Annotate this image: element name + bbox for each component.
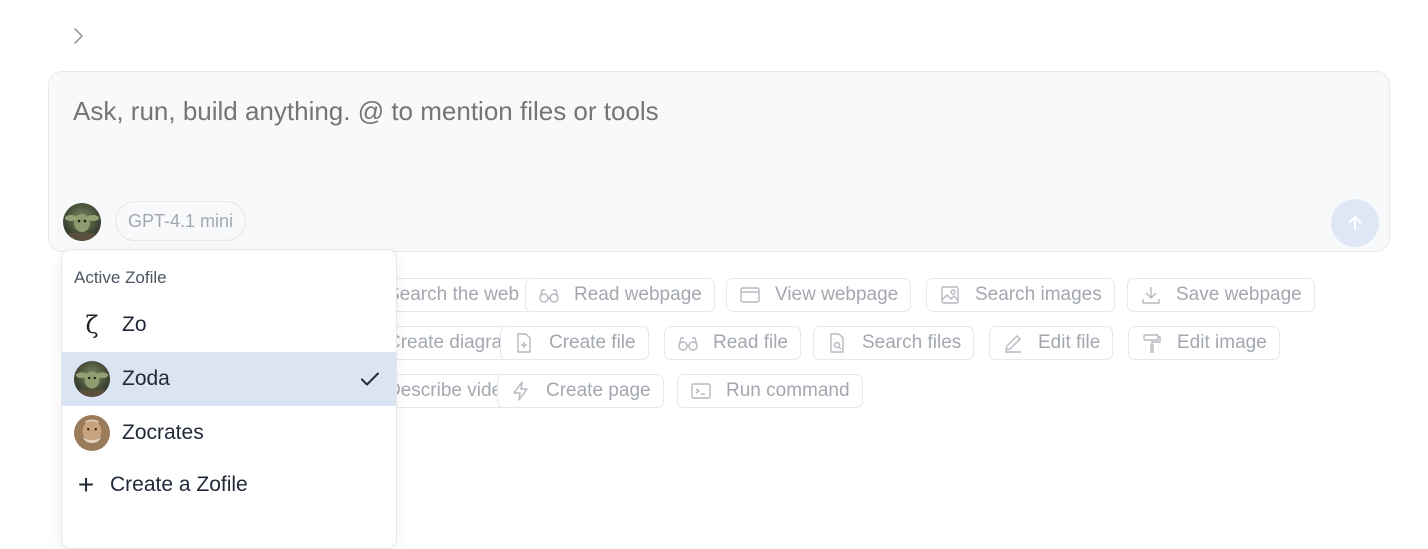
zoda-avatar <box>63 203 101 241</box>
zofile-menu: Active Zofile ζ Zo Zoda Zocrates + Creat… <box>61 249 397 549</box>
tool-chip-label: Search the web <box>387 284 520 305</box>
browser-window-icon <box>740 287 760 303</box>
zofile-option-label: Zo <box>122 313 147 336</box>
tool-chip-label: Search files <box>862 332 962 353</box>
plus-icon: + <box>77 469 95 500</box>
tool-chip-search-images[interactable]: Search images <box>926 278 1115 312</box>
create-zofile-label: Create a Zofile <box>110 473 248 496</box>
model-label: GPT-4.1 mini <box>128 211 234 231</box>
tool-chip-label: View webpage <box>775 284 899 305</box>
tool-chip-label: Describe video <box>387 380 513 401</box>
tool-chip-label: Create page <box>546 380 651 401</box>
tool-chip-search-files[interactable]: Search files <box>813 326 975 360</box>
chevron-right-icon[interactable] <box>66 24 90 48</box>
tool-chip-label: Create diagram <box>387 332 518 353</box>
tool-chip-view-webpage[interactable]: View webpage <box>726 278 912 312</box>
tool-chip-create-file[interactable]: Create file <box>500 326 649 360</box>
tool-chip-edit-image[interactable]: Edit image <box>1128 326 1280 360</box>
lightning-icon <box>513 381 528 401</box>
zo-logo-icon: ζ <box>85 311 99 339</box>
file-plus-icon <box>517 333 531 353</box>
create-zofile-button[interactable]: + Create a Zofile <box>62 458 396 512</box>
tool-chip-label: Read webpage <box>574 284 702 305</box>
tool-chip-save-webpage[interactable]: Save webpage <box>1127 278 1315 312</box>
tool-chip-create-page[interactable]: Create page <box>497 374 664 408</box>
zofile-option-label: Zocrates <box>122 421 204 444</box>
zofile-option-label: Zoda <box>122 367 170 390</box>
zofile-option-zocrates[interactable]: Zocrates <box>62 406 396 460</box>
tool-chip-label: Run command <box>726 380 850 401</box>
prompt-input[interactable] <box>73 96 1273 127</box>
send-button[interactable] <box>1331 199 1379 247</box>
arrow-up-icon <box>1348 216 1362 230</box>
checkmark-icon <box>361 372 379 386</box>
tool-chip-label: Search images <box>975 284 1102 305</box>
glasses-icon <box>539 289 559 303</box>
download-icon <box>1142 287 1160 304</box>
tool-chip-read-file[interactable]: Read file <box>664 326 801 360</box>
glasses-icon <box>678 337 698 351</box>
tool-chip-label: Save webpage <box>1176 284 1302 305</box>
zocrates-avatar <box>74 415 110 451</box>
zofile-avatar-button[interactable] <box>63 203 101 241</box>
tool-chip-edit-file[interactable]: Edit file <box>989 326 1114 360</box>
zofile-menu-title: Active Zofile <box>74 268 167 287</box>
composer: GPT-4.1 mini <box>48 71 1390 252</box>
model-selector[interactable]: GPT-4.1 mini <box>115 201 247 241</box>
pencil-icon <box>1005 335 1021 353</box>
zofile-option-zoda[interactable]: Zoda <box>62 352 396 406</box>
tool-chip-label: Create file <box>549 332 636 353</box>
zofile-option-zo[interactable]: ζ Zo <box>62 298 396 352</box>
image-search-icon <box>941 286 959 304</box>
tool-chip-label: Edit image <box>1177 332 1267 353</box>
terminal-icon <box>691 383 711 399</box>
tool-chip-label: Read file <box>713 332 788 353</box>
tool-chip-label: Edit file <box>1038 332 1101 353</box>
tool-chip-run-command[interactable]: Run command <box>677 374 863 408</box>
zoda-avatar <box>74 361 110 397</box>
tool-chip-read-webpage[interactable]: Read webpage <box>525 278 715 312</box>
file-search-icon <box>830 333 844 353</box>
paint-roller-icon <box>1143 334 1161 353</box>
